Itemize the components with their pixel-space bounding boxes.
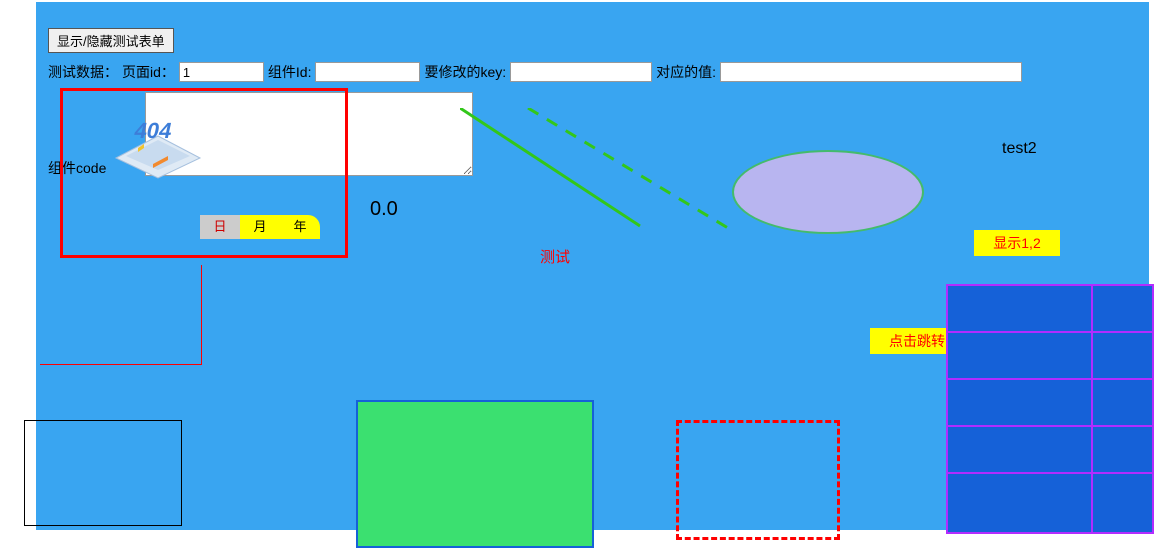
green-filled-rect: [356, 400, 594, 548]
numeric-display: 0.0: [370, 198, 398, 221]
table-cell: [947, 379, 1092, 426]
test-label: 测试: [540, 246, 570, 267]
red-dashed-rect: [676, 420, 840, 540]
form-prefix-label: 测试数据：: [48, 62, 118, 82]
table-cell: [1092, 473, 1153, 533]
page-id-input[interactable]: [179, 62, 264, 82]
table-row: [947, 332, 1153, 379]
table-cell: [1092, 426, 1153, 473]
comp-id-input[interactable]: [315, 62, 420, 82]
table-cell: [1092, 332, 1153, 379]
grid-table: [946, 284, 1154, 534]
table-row: [947, 426, 1153, 473]
key-label: 要修改的key:: [424, 62, 506, 82]
test2-label: test2: [1002, 140, 1037, 158]
table-row: [947, 473, 1153, 533]
table-cell: [947, 332, 1092, 379]
tab-month[interactable]: 月: [240, 215, 280, 239]
value-input[interactable]: [720, 62, 1022, 82]
black-outline-rect: [24, 420, 182, 526]
show-12-button[interactable]: 显示1,2: [974, 230, 1060, 256]
table-cell: [947, 285, 1092, 332]
table-row: [947, 379, 1153, 426]
comp-code-textarea[interactable]: [145, 92, 473, 176]
tab-day[interactable]: 日: [200, 215, 240, 239]
comp-code-label: 组件code: [48, 158, 106, 178]
form-row: 测试数据： 页面id： 组件Id: 要修改的key: 对应的值:: [48, 62, 1022, 82]
table-cell: [1092, 379, 1153, 426]
table-cell: [1092, 285, 1153, 332]
page-id-label: 页面id：: [122, 62, 175, 82]
table-cell: [947, 473, 1092, 533]
toggle-form-button[interactable]: 显示/隐藏测试表单: [48, 28, 174, 53]
value-label: 对应的值:: [656, 62, 716, 82]
table-row: [947, 285, 1153, 332]
date-tabs: 日 月 年: [200, 215, 320, 239]
comp-id-label: 组件Id:: [268, 62, 312, 82]
ellipse-shape: [732, 150, 924, 234]
key-input[interactable]: [510, 62, 652, 82]
table-cell: [947, 426, 1092, 473]
tab-year[interactable]: 年: [280, 215, 320, 239]
